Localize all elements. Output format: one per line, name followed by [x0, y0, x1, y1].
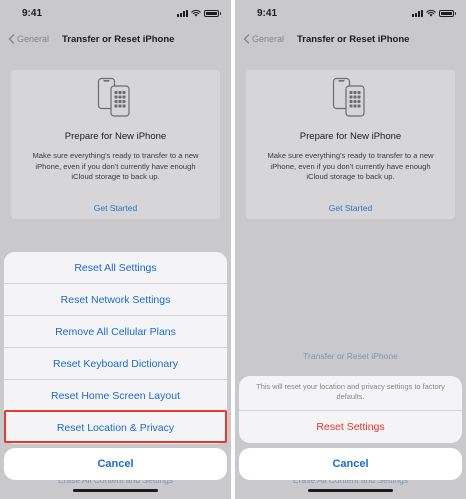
nav-bar: General Transfer or Reset iPhone	[235, 30, 466, 48]
battery-icon	[204, 9, 221, 17]
wifi-icon	[191, 9, 201, 17]
reset-location-privacy-button[interactable]: Reset Location & Privacy	[4, 412, 227, 444]
reset-keyboard-dictionary-button[interactable]: Reset Keyboard Dictionary	[4, 348, 227, 380]
remove-cellular-plans-button[interactable]: Remove All Cellular Plans	[4, 316, 227, 348]
page-title: Transfer or Reset iPhone	[297, 33, 410, 45]
reset-action-sheet: Reset All Settings Reset Network Setting…	[4, 252, 227, 444]
reset-all-settings-button[interactable]: Reset All Settings	[4, 252, 227, 284]
card-title: Prepare for New iPhone	[299, 131, 402, 142]
status-bar: 9:41	[235, 0, 466, 26]
back-label: General	[252, 34, 285, 44]
wifi-icon	[426, 9, 436, 17]
signal-icon	[412, 9, 423, 17]
back-button[interactable]: General	[8, 30, 49, 48]
phone-screen-right: 9:41 General Transfer or Reset iPhone Pr…	[235, 0, 466, 499]
confirm-action-sheet: This will reset your location and privac…	[239, 376, 462, 443]
home-indicator	[308, 489, 393, 492]
status-time: 9:41	[257, 7, 278, 19]
phone-screen-left: 9:41 General Transfer or Reset iPhone Pr…	[0, 0, 231, 499]
prepare-card: Prepare for New iPhone Make sure everyth…	[11, 70, 220, 219]
status-time: 9:41	[22, 7, 43, 19]
status-bar: 9:41	[0, 0, 231, 26]
chevron-left-icon	[243, 34, 250, 44]
two-phones-icon	[332, 77, 365, 117]
nav-bar: General Transfer or Reset iPhone	[0, 30, 231, 48]
status-icons	[412, 9, 456, 17]
battery-icon	[439, 9, 456, 17]
back-button[interactable]: General	[243, 30, 284, 48]
card-title: Prepare for New iPhone	[64, 131, 167, 142]
card-description: Make sure everything's ready to transfer…	[267, 151, 434, 181]
back-label: General	[17, 34, 50, 44]
reset-network-settings-button[interactable]: Reset Network Settings	[4, 284, 227, 316]
reset-settings-button[interactable]: Reset Settings	[239, 411, 462, 443]
behind-list-item: Transfer or Reset iPhone	[303, 351, 398, 361]
get-started-link[interactable]: Get Started	[11, 203, 220, 213]
prepare-card: Prepare for New iPhone Make sure everyth…	[246, 70, 455, 219]
status-icons	[177, 9, 221, 17]
confirm-message: This will reset your location and privac…	[239, 376, 462, 411]
card-description: Make sure everything's ready to transfer…	[32, 151, 199, 181]
page-title: Transfer or Reset iPhone	[62, 33, 175, 45]
home-indicator	[73, 489, 158, 492]
get-started-link[interactable]: Get Started	[246, 203, 455, 213]
cancel-button[interactable]: Cancel	[239, 448, 462, 480]
chevron-left-icon	[8, 34, 15, 44]
reset-home-screen-layout-button[interactable]: Reset Home Screen Layout	[4, 380, 227, 412]
cancel-button[interactable]: Cancel	[4, 448, 227, 480]
signal-icon	[177, 9, 188, 17]
two-phones-icon	[97, 77, 130, 117]
